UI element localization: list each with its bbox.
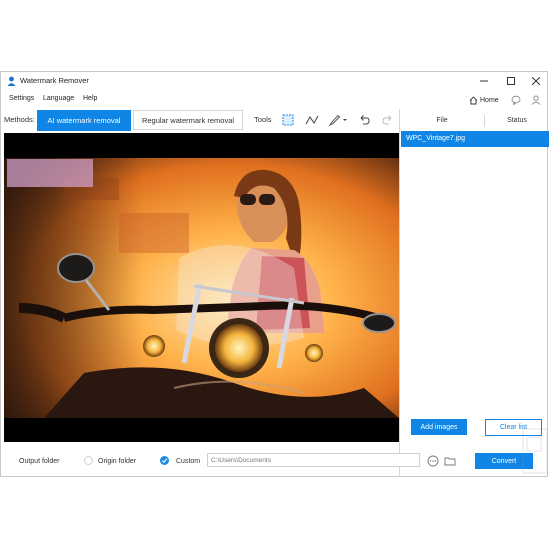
column-file[interactable]: File [400, 117, 484, 124]
tab-ai-watermark-removal[interactable]: AI watermark removal [37, 110, 131, 131]
output-folder-label: Output folder [19, 458, 60, 465]
column-status[interactable]: Status [485, 117, 549, 124]
file-list-item[interactable]: WPC_Vintage7.jpg [401, 131, 549, 147]
output-path-input[interactable] [207, 453, 420, 467]
origin-folder-label[interactable]: Origin folder [98, 458, 136, 465]
user-icon[interactable] [531, 95, 541, 105]
undo-button[interactable] [356, 112, 372, 128]
photo-motorcycle-woman [4, 158, 399, 418]
redo-button[interactable] [380, 112, 396, 128]
minimize-icon [480, 80, 488, 82]
tab-regular-watermark-removal[interactable]: Regular watermark removal [133, 110, 243, 130]
menu-bar: Settings Language Help Home [1, 93, 547, 107]
feedback-icon[interactable] [511, 95, 521, 105]
custom-radio[interactable] [160, 456, 169, 465]
checkmark-icon [161, 458, 168, 463]
rectangle-select-tool[interactable] [280, 112, 296, 128]
methods-label: Methods: [4, 115, 35, 124]
folder-icon[interactable] [444, 455, 456, 467]
output-bar: Output folder Origin folder Custom Conve… [1, 448, 547, 476]
methods-toolbar: Methods: AI watermark removal Regular wa… [1, 109, 399, 132]
brush-tool[interactable] [327, 112, 349, 128]
maximize-button[interactable] [498, 72, 524, 90]
polyline-icon [305, 115, 319, 125]
custom-label[interactable]: Custom [176, 458, 200, 465]
polyline-tool[interactable] [304, 112, 320, 128]
maximize-icon [507, 77, 515, 85]
preview-image [4, 158, 399, 418]
home-button[interactable]: Home [469, 93, 499, 107]
close-icon [532, 77, 540, 85]
file-panel: File Status WPC_Vintage7.jpg Add images … [399, 109, 549, 477]
menu-help[interactable]: Help [83, 95, 97, 102]
file-list-header: File Status [400, 113, 548, 129]
app-person-icon [7, 76, 16, 86]
image-canvas[interactable] [4, 133, 399, 442]
home-label: Home [480, 96, 499, 104]
redo-icon [382, 115, 392, 125]
faint-logo-mark [522, 428, 548, 474]
file-name: WPC_Vintage7.jpg [406, 135, 466, 142]
origin-folder-radio[interactable] [84, 456, 93, 465]
app-window: Watermark Remover Settings Language Help… [0, 71, 549, 477]
watermark-selection-mark[interactable] [7, 159, 93, 187]
menu-language[interactable]: Language [43, 95, 74, 102]
tools-label: Tools [254, 115, 272, 124]
rectangle-select-icon [282, 114, 294, 126]
brush-icon [328, 114, 347, 126]
undo-icon [360, 115, 370, 125]
more-options-icon[interactable] [427, 455, 439, 467]
minimize-button[interactable] [471, 72, 497, 90]
close-button[interactable] [523, 72, 549, 90]
window-title: Watermark Remover [20, 76, 89, 85]
add-images-button[interactable]: Add images [411, 419, 467, 435]
home-icon [469, 95, 478, 104]
menu-settings[interactable]: Settings [9, 95, 34, 102]
title-bar: Watermark Remover [1, 72, 547, 90]
